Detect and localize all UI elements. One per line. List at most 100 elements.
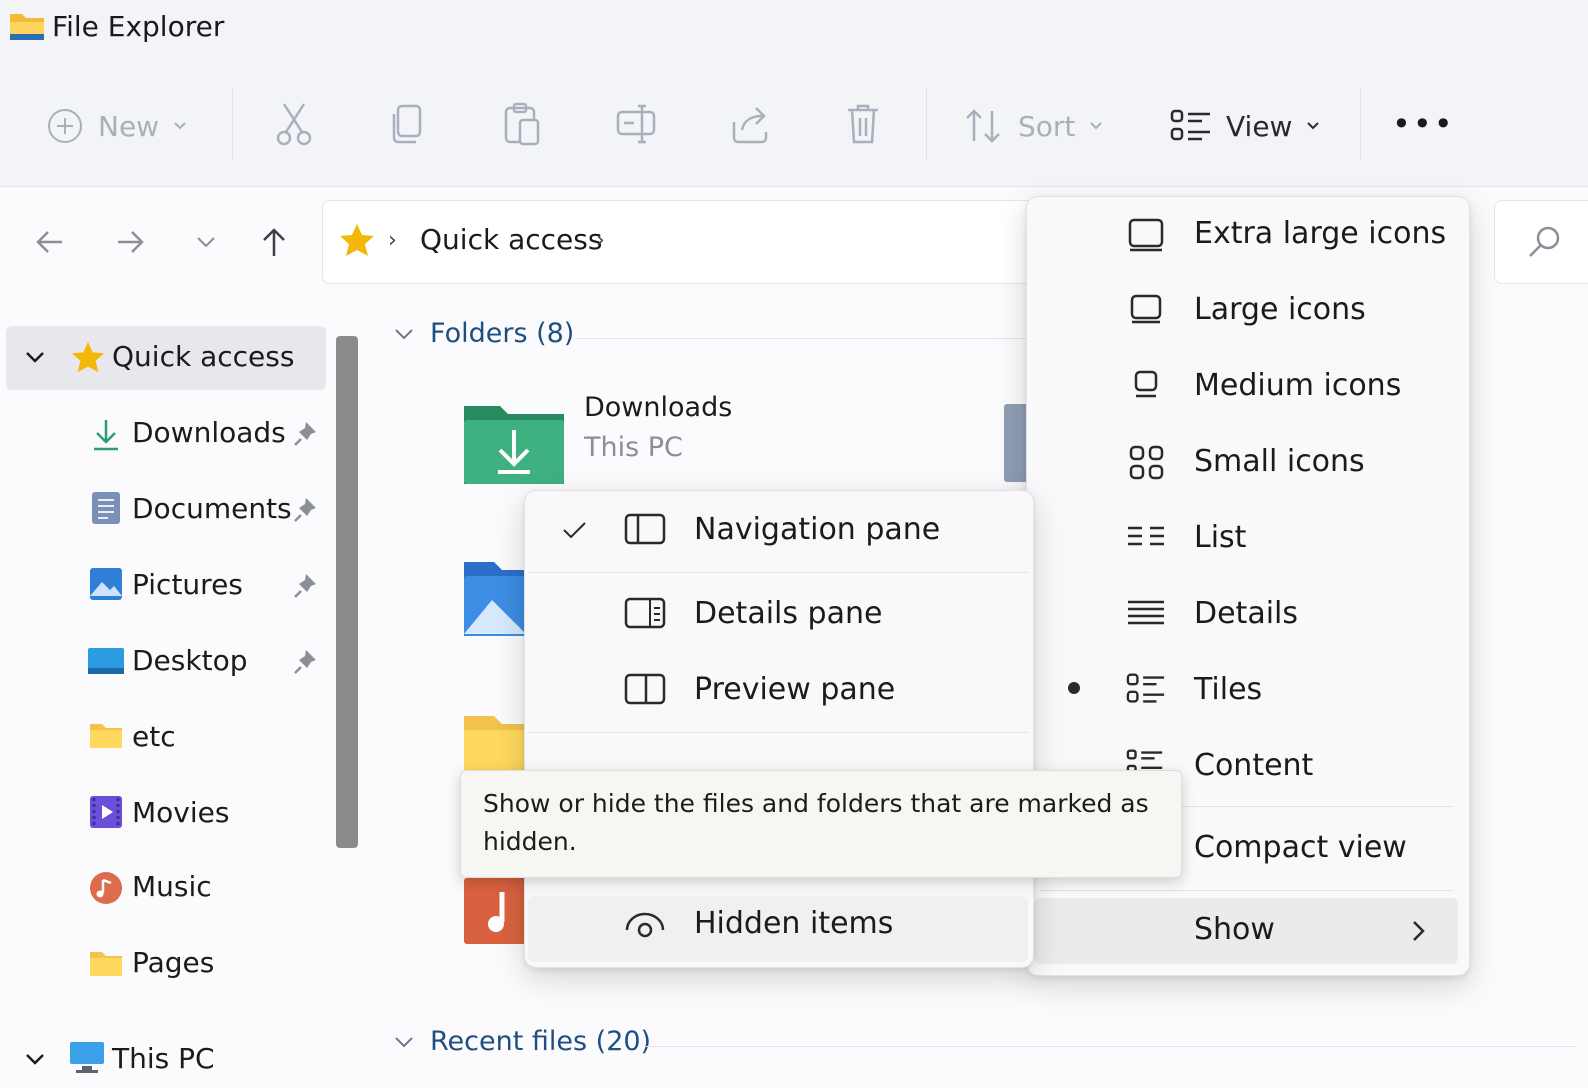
pin-icon[interactable] [292, 648, 320, 676]
menu-separator [1040, 890, 1454, 891]
menu-item-tiles[interactable]: Tiles [1194, 672, 1262, 707]
download-arrow-icon [90, 418, 122, 452]
pin-icon[interactable] [292, 420, 320, 448]
sidebar-scrollbar[interactable] [336, 336, 358, 848]
paste-icon[interactable] [502, 102, 542, 146]
music-folder-icon[interactable] [462, 874, 526, 946]
menu-item-large-icons[interactable]: Large icons [1194, 292, 1366, 327]
star-icon [70, 340, 106, 376]
large-icons-icon [1128, 292, 1168, 332]
documents-icon [90, 490, 122, 526]
toolbar-separator [1360, 88, 1361, 160]
computer-icon [68, 1040, 106, 1074]
toolbar-separator [926, 88, 927, 160]
sidebar-item-label: Quick access [112, 340, 295, 373]
chevron-down-icon [1089, 121, 1103, 131]
submenu-item-details-pane[interactable]: Details pane [694, 596, 882, 631]
list-icon [1126, 520, 1166, 560]
menu-separator [528, 572, 1028, 573]
up-icon[interactable] [254, 222, 294, 262]
chevron-down-icon[interactable] [22, 344, 48, 370]
extra-large-icons-icon [1126, 216, 1166, 256]
share-icon[interactable] [730, 102, 770, 146]
submenu-item-preview-pane[interactable]: Preview pane [694, 672, 895, 707]
title-bar [0, 0, 1588, 62]
sidebar-item-movies[interactable]: Movies [132, 796, 229, 829]
folders-group-label: Folders (8) [430, 318, 575, 349]
star-icon [338, 222, 376, 260]
view-button-label: View [1226, 109, 1293, 143]
details-pane-icon [624, 596, 666, 636]
sidebar-item-downloads[interactable]: Downloads [132, 416, 286, 449]
recent-files-group-label: Recent files (20) [430, 1026, 652, 1057]
menu-item-content[interactable]: Content [1194, 748, 1313, 783]
new-button[interactable]: New [46, 100, 187, 152]
delete-icon[interactable] [844, 102, 882, 146]
menu-item-small-icons[interactable]: Small icons [1194, 444, 1365, 479]
chevron-down-icon [392, 1030, 416, 1054]
sidebar-item-this-pc[interactable]: This PC [112, 1042, 215, 1075]
back-icon[interactable] [30, 222, 70, 262]
hidden-items-tooltip: Show or hide the files and folders that … [460, 770, 1182, 878]
menu-item-show-label: Show [1194, 912, 1275, 947]
menu-separator [528, 732, 1028, 733]
menu-item-list[interactable]: List [1194, 520, 1246, 555]
sidebar-item-pictures[interactable]: Pictures [132, 568, 243, 601]
rename-icon[interactable] [614, 102, 658, 146]
menu-item-details[interactable]: Details [1194, 596, 1298, 631]
music-icon [88, 870, 124, 906]
plus-circle-icon [46, 107, 84, 145]
folders-group-header[interactable]: Folders (8) [392, 318, 574, 349]
breadcrumb-chevron-icon[interactable]: › [596, 228, 605, 253]
tiles-icon [1170, 107, 1212, 145]
sidebar-item-music[interactable]: Music [132, 870, 212, 903]
pin-icon[interactable] [292, 572, 320, 600]
folder-icon[interactable] [462, 710, 526, 770]
recent-locations-chevron-icon[interactable] [186, 222, 226, 262]
downloads-folder-icon[interactable] [462, 400, 566, 486]
chevron-down-icon[interactable] [22, 1046, 48, 1072]
sort-button-label: Sort [1018, 109, 1076, 143]
group-divider [646, 1046, 1576, 1047]
menu-item-extra-large-icons[interactable]: Extra large icons [1194, 216, 1446, 251]
checkmark-icon [560, 516, 588, 544]
medium-icons-icon [1130, 368, 1170, 408]
menu-item-compact-view[interactable]: Compact view [1194, 830, 1407, 865]
more-options-button[interactable]: ••• [1392, 100, 1455, 148]
window-title: File Explorer [52, 10, 225, 43]
pictures-icon [88, 566, 124, 602]
new-button-label: New [98, 109, 160, 143]
chevron-down-icon [1306, 121, 1320, 131]
preview-pane-icon [624, 672, 666, 712]
folder-tile-partial[interactable] [1004, 404, 1028, 482]
tiles-icon [1126, 670, 1166, 710]
breadcrumb-chevron-icon: › [388, 228, 397, 253]
chevron-right-icon [1406, 916, 1430, 946]
command-bar [0, 62, 1588, 187]
chevron-down-icon [392, 322, 416, 346]
sort-icon [964, 107, 1004, 145]
copy-icon[interactable] [390, 102, 426, 146]
breadcrumb-quick-access[interactable]: Quick access [420, 223, 602, 256]
sidebar-item-pages[interactable]: Pages [132, 946, 214, 979]
cut-icon[interactable] [274, 102, 314, 146]
forward-icon[interactable] [110, 222, 150, 262]
toolbar-separator [232, 88, 233, 160]
sidebar-item-documents[interactable]: Documents [132, 492, 292, 525]
navigation-pane-icon [624, 512, 666, 552]
folder-icon [88, 950, 124, 978]
eye-icon [624, 906, 665, 946]
view-button[interactable]: View [1170, 100, 1320, 152]
folder-icon [8, 8, 46, 44]
sidebar-item-etc[interactable]: etc [132, 720, 176, 753]
pictures-folder-icon[interactable] [462, 556, 526, 638]
menu-item-medium-icons[interactable]: Medium icons [1194, 368, 1401, 403]
sort-button[interactable]: Sort [964, 100, 1103, 152]
sidebar-item-desktop[interactable]: Desktop [132, 644, 247, 677]
submenu-item-hidden-items-label: Hidden items [694, 906, 894, 941]
recent-files-group-header[interactable]: Recent files (20) [392, 1026, 651, 1057]
desktop-icon [86, 646, 126, 676]
submenu-item-navigation-pane[interactable]: Navigation pane [694, 512, 940, 547]
tile-location: This PC [584, 432, 683, 463]
pin-icon[interactable] [292, 496, 320, 524]
